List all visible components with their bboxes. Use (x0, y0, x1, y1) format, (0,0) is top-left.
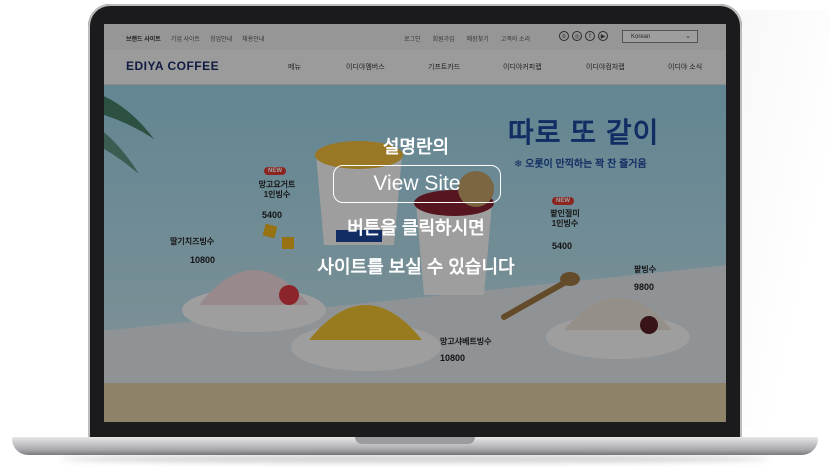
view-site-button[interactable]: View Site (333, 165, 501, 203)
overlay-line-2: 버튼을 클릭하시면 (347, 218, 485, 238)
laptop-notch (355, 437, 475, 444)
laptop-base-shadow (60, 455, 770, 463)
overlay-line-1: 설명란의 (382, 137, 450, 157)
overlay-line-3: 사이트를 보실 수 있습니다 (317, 257, 515, 277)
